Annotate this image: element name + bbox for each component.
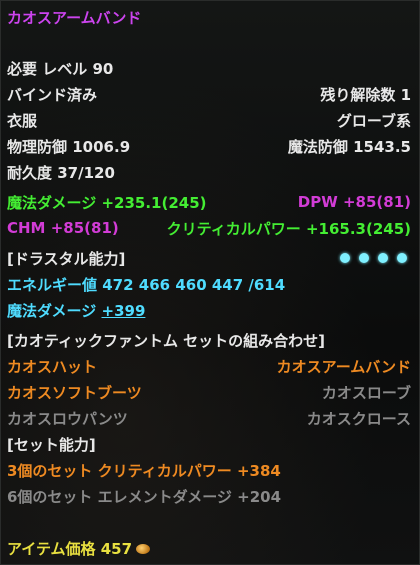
- bind-status: バインド済み: [7, 85, 98, 104]
- drastal-energy-values: 472 466 460 447 /614: [102, 275, 286, 294]
- set-header-row: [カオティックファントム セットの組み合わせ]: [7, 329, 411, 351]
- durability: 耐久度 37/120: [7, 162, 115, 183]
- drastal-slot-icon: [340, 253, 350, 263]
- required-level-row: 必要 レベル 90: [7, 57, 411, 79]
- set-bonus-row-2: 6個のセット エレメントダメージ +204: [7, 485, 411, 507]
- item-name-text: カオスアームバンド: [7, 8, 142, 27]
- drastal-slots: [340, 253, 407, 263]
- bind-row: バインド済み 残り解除数 1: [7, 83, 411, 105]
- set-piece: カオスソフトブーツ: [7, 383, 142, 402]
- stats-row-1: 魔法ダメージ +235.1(245) DPW +85(81): [7, 191, 411, 213]
- price-value: 457: [100, 539, 133, 558]
- set-pieces-row-2: カオスソフトブーツ カオスローブ: [7, 381, 411, 403]
- drastal-bonus: 魔法ダメージ +399: [7, 300, 145, 321]
- defense-row: 物理防御 1006.9 魔法防御 1543.5: [7, 135, 411, 157]
- item-category: 衣服: [7, 111, 38, 130]
- set-header: [カオティックファントム セットの組み合わせ]: [7, 331, 326, 350]
- physical-defense-label: 物理防御: [7, 137, 68, 156]
- drastal-bonus-row: 魔法ダメージ +399: [7, 299, 411, 321]
- item-price: アイテム価格 457: [7, 538, 151, 559]
- stat-chm: CHM +85(81): [7, 219, 119, 237]
- drastal-bonus-value[interactable]: +399: [102, 302, 146, 320]
- stat-magic-damage: 魔法ダメージ +235.1(245): [7, 193, 207, 212]
- set-piece: カオスアームバンド: [276, 357, 411, 376]
- drastal-energy-label: エネルギー値: [7, 275, 98, 294]
- durability-label: 耐久度: [7, 163, 53, 182]
- required-level: 必要 レベル 90: [7, 58, 113, 79]
- price-row: アイテム価格 457: [7, 537, 411, 559]
- set-piece: カオスクロース: [306, 409, 411, 428]
- drastal-energy-row: エネルギー値 472 466 460 447 /614: [7, 273, 411, 295]
- unbind-count: 1: [400, 85, 411, 104]
- set-pieces-row-3: カオスロウパンツ カオスクロース: [7, 407, 411, 429]
- gold-coin-icon: [136, 544, 151, 554]
- drastal-header-row: [ドラスタル能力]: [7, 247, 411, 269]
- item-tooltip: カオスアームバンド 必要 レベル 90 バインド済み 残り解除数 1 衣服 グロ…: [0, 0, 420, 565]
- set-pieces-row-1: カオスハット カオスアームバンド: [7, 355, 411, 377]
- drastal-bonus-label: 魔法ダメージ: [7, 301, 97, 320]
- drastal-header: [ドラスタル能力]: [7, 249, 126, 268]
- set-piece: カオスロウパンツ: [7, 409, 128, 428]
- magic-defense-value: 1543.5: [353, 137, 411, 156]
- category-row: 衣服 グローブ系: [7, 109, 411, 131]
- magic-defense: 魔法防御 1543.5: [288, 136, 411, 157]
- drastal-slot-icon: [397, 253, 407, 263]
- drastal-slot-icon: [359, 253, 369, 263]
- magic-defense-label: 魔法防御: [287, 137, 348, 156]
- drastal-energy: エネルギー値 472 466 460 447 /614: [7, 274, 285, 295]
- stats-row-2: CHM +85(81) クリティカルパワー +165.3(245): [7, 217, 411, 239]
- stat-critical-power: クリティカルパワー +165.3(245): [166, 219, 411, 238]
- stat-dpw: DPW +85(81): [297, 193, 411, 211]
- physical-defense: 物理防御 1006.9: [7, 136, 130, 157]
- item-name: カオスアームバンド: [7, 6, 411, 28]
- set-piece: カオスハット: [7, 357, 98, 376]
- unbind-remaining: 残り解除数 1: [320, 84, 411, 105]
- physical-defense-value: 1006.9: [72, 137, 131, 156]
- required-level-label: 必要 レベル: [7, 59, 88, 78]
- set-piece: カオスローブ: [321, 383, 411, 402]
- set-bonus: 3個のセット クリティカルパワー +384: [7, 461, 281, 480]
- drastal-slot-icon: [378, 253, 388, 263]
- set-bonus: 6個のセット エレメントダメージ +204: [7, 487, 282, 506]
- item-subcategory: グローブ系: [336, 111, 411, 130]
- set-bonus-row-1: 3個のセット クリティカルパワー +384: [7, 459, 411, 481]
- set-ability-header: [セット能力]: [7, 435, 96, 454]
- price-label: アイテム価格: [7, 539, 96, 558]
- durability-row: 耐久度 37/120: [7, 161, 411, 183]
- durability-value: 37/120: [57, 163, 115, 182]
- set-ability-header-row: [セット能力]: [7, 433, 411, 455]
- unbind-label: 残り解除数: [320, 85, 396, 104]
- required-level-value: 90: [92, 59, 114, 78]
